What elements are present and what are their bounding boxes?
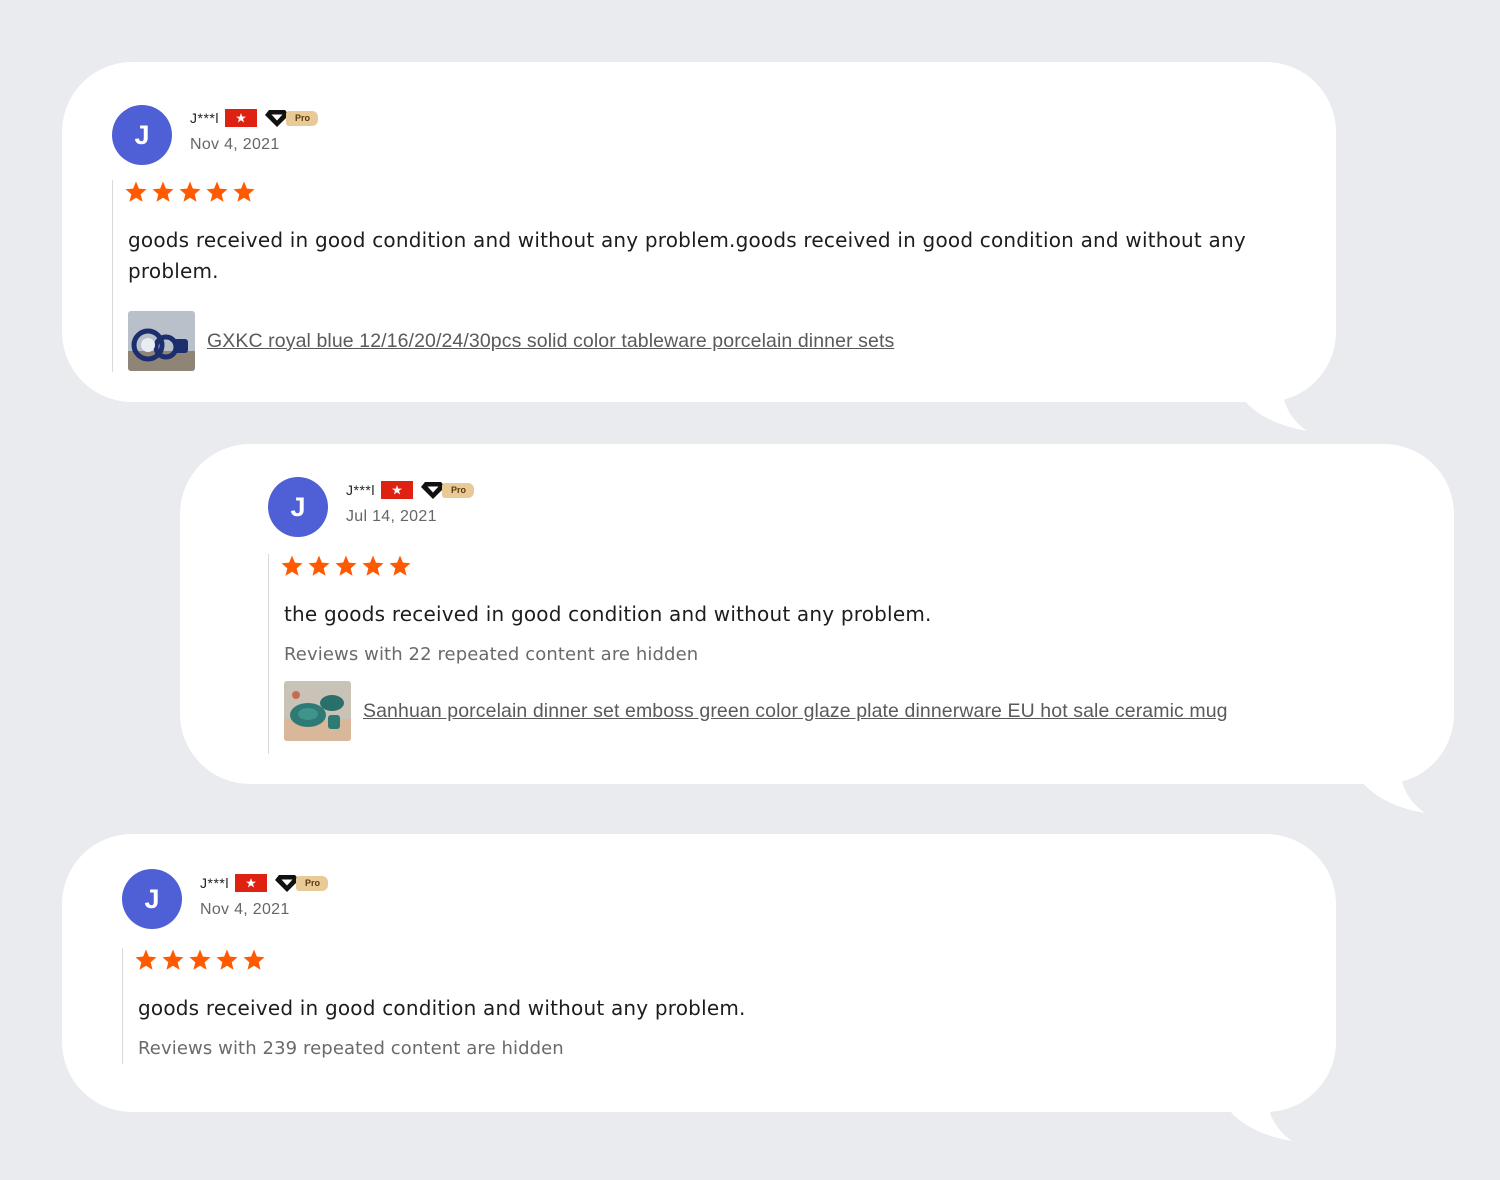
product-link-row[interactable]: Sanhuan porcelain dinner set emboss gree… — [284, 681, 1388, 741]
product-thumbnail[interactable] — [284, 681, 351, 741]
reviewer-name: J***l — [190, 110, 219, 126]
bubble-tail — [1358, 777, 1425, 813]
review-body: the goods received in good condition and… — [268, 554, 1388, 754]
avatar: J — [268, 477, 328, 537]
review-text: the goods received in good condition and… — [284, 602, 932, 626]
product-thumbnail[interactable] — [128, 311, 195, 371]
star-icon — [308, 555, 330, 576]
review-date: Nov 4, 2021 — [200, 901, 290, 918]
review-text: goods received in good condition and wit… — [128, 228, 1246, 283]
avatar: J — [122, 869, 182, 929]
product-title-link[interactable]: Sanhuan porcelain dinner set emboss gree… — [363, 700, 1228, 723]
flag-icon — [234, 874, 267, 892]
star-icon — [233, 181, 255, 202]
star-icon — [189, 949, 211, 970]
pro-label: Pro — [441, 482, 474, 498]
star-icon — [281, 555, 303, 576]
review-body: goods received in good condition and wit… — [122, 948, 1242, 1064]
product-title-link[interactable]: GXKC royal blue 12/16/20/24/30pcs solid … — [207, 330, 894, 353]
review-card: J J***l Pro Nov 4, 2021 goods received i… — [62, 62, 1336, 402]
star-rating — [124, 180, 1272, 204]
pro-label: Pro — [295, 875, 328, 891]
star-rating — [134, 948, 1242, 972]
flag-icon — [224, 109, 257, 127]
reviewer-meta: J***l Pro Nov 4, 2021 — [190, 107, 318, 154]
reviewer-meta: J***l Pro Nov 4, 2021 — [200, 872, 328, 919]
pro-badge: Pro — [264, 108, 318, 128]
star-icon — [243, 949, 265, 970]
star-icon — [152, 181, 174, 202]
star-icon — [362, 555, 384, 576]
review-date: Jul 14, 2021 — [346, 508, 437, 525]
avatar: J — [112, 105, 172, 165]
reviewer-name: J***l — [200, 875, 229, 891]
pro-badge: Pro — [420, 480, 474, 500]
flag-icon — [380, 481, 413, 499]
star-icon — [389, 555, 411, 576]
star-icon — [135, 949, 157, 970]
star-icon — [125, 181, 147, 202]
star-icon — [179, 181, 201, 202]
star-icon — [335, 555, 357, 576]
review-date: Nov 4, 2021 — [190, 136, 280, 153]
star-icon — [206, 181, 228, 202]
reviewer-name: J***l — [346, 482, 375, 498]
star-icon — [216, 949, 238, 970]
reviewer-meta: J***l Pro Jul 14, 2021 — [346, 479, 474, 526]
product-link-row[interactable]: GXKC royal blue 12/16/20/24/30pcs solid … — [128, 311, 1272, 371]
hidden-reviews-note: Reviews with 239 repeated content are hi… — [138, 1038, 564, 1059]
star-rating — [280, 554, 1388, 578]
review-card: J J***l Pro Nov 4, 2021 goods received i… — [62, 834, 1336, 1112]
review-text: goods received in good condition and wit… — [138, 996, 746, 1020]
pro-badge: Pro — [274, 873, 328, 893]
hidden-reviews-note: Reviews with 22 repeated content are hid… — [284, 644, 699, 665]
pro-label: Pro — [285, 110, 318, 126]
review-body: goods received in good condition and wit… — [112, 180, 1272, 372]
review-card: J J***l Pro Jul 14, 2021 the goods recei… — [180, 444, 1454, 784]
star-icon — [162, 949, 184, 970]
bubble-tail — [1225, 1105, 1292, 1141]
